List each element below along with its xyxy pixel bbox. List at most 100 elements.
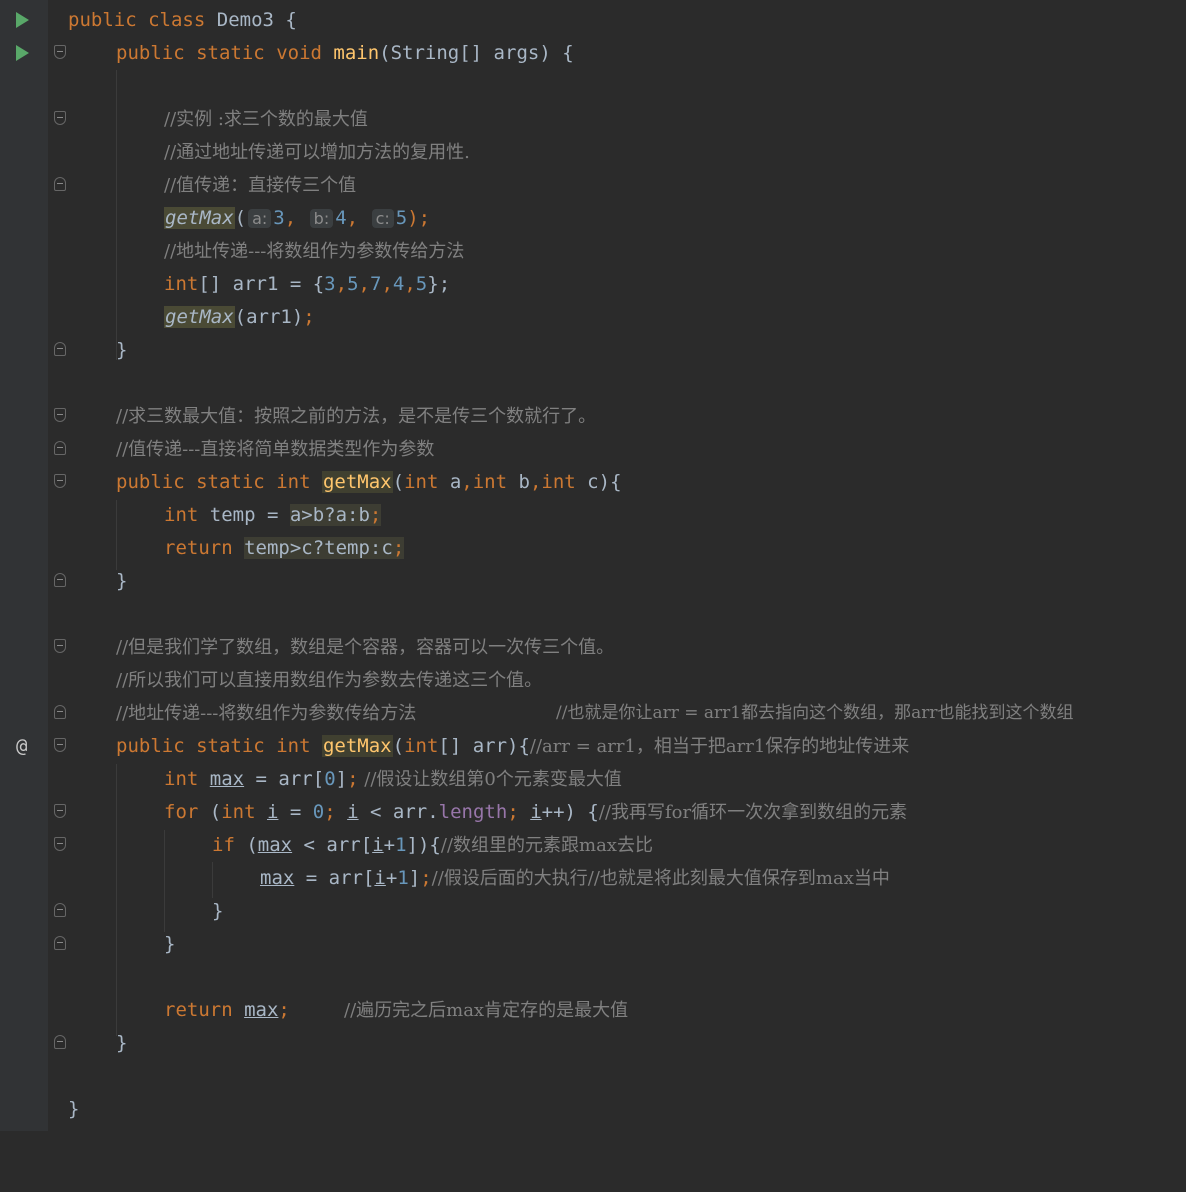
method-call: getMax	[164, 207, 235, 229]
fold-icon[interactable]	[54, 45, 66, 59]
kw-int: int	[472, 471, 508, 493]
comment: //求三数最大值：按照之前的方法，是不是传三个数就行了。	[116, 406, 597, 427]
number: 4	[392, 273, 405, 295]
fold-icon[interactable]	[54, 474, 66, 488]
comma: ,	[461, 471, 473, 493]
code-text: = arr[	[294, 867, 375, 889]
kw-int: int	[164, 768, 199, 790]
fold-icon[interactable]	[54, 738, 66, 752]
semicolon: ;	[324, 801, 336, 823]
code-line: int[] arr1 = {3,5,7,4,5};	[164, 273, 451, 295]
code-text: (arr1)	[234, 306, 304, 328]
code-line: }	[0, 1027, 1186, 1060]
var-max: max	[209, 768, 245, 790]
code-text: };	[427, 273, 451, 295]
kw-int: int	[221, 801, 256, 823]
code-text: +	[383, 834, 396, 856]
fold-icon[interactable]	[54, 837, 66, 851]
comment: //地址传递---将数组作为参数传给方法	[164, 241, 465, 262]
paren: (	[392, 471, 405, 493]
fold-icon[interactable]	[54, 804, 66, 818]
var-i: i	[372, 834, 384, 856]
override-icon[interactable]: @	[16, 730, 27, 763]
method-call: getMax	[164, 306, 235, 328]
fold-icon[interactable]	[54, 936, 66, 950]
code-line: getMax(a: 3, b: 4, c: 5);	[164, 207, 431, 229]
fold-icon[interactable]	[54, 903, 66, 917]
code-line: for (int i = 0; i < arr.length; i++) {//…	[0, 796, 1186, 829]
kw-class: class	[148, 9, 206, 31]
number: 0	[324, 768, 336, 790]
fold-icon[interactable]	[54, 408, 66, 422]
var-i: i	[267, 801, 279, 823]
comment: //所以我们可以直接用数组作为参数去传递这三个值。	[116, 670, 543, 691]
var-i: i	[374, 867, 386, 889]
kw-int: int	[404, 735, 439, 757]
comment: //arr = arr1，相当于把arr1保存的地址传进来	[529, 736, 910, 757]
fold-icon[interactable]	[54, 111, 66, 125]
comment: //假设让数组第0个元素变最大值	[358, 769, 622, 790]
code-line: if (max < arr[i+1]){//数组里的元素跟max去比	[0, 829, 1186, 862]
kw-public: public	[68, 9, 137, 31]
kw-int: int	[164, 504, 199, 526]
code-text: [] arr1 = {	[198, 273, 325, 295]
fold-icon[interactable]	[54, 1035, 66, 1049]
comment: //通过地址传递可以增加方法的复用性.	[164, 142, 470, 163]
fold-icon[interactable]	[54, 639, 66, 653]
code-line: public static int getMax(int a,int b,int…	[0, 466, 1186, 499]
code-line: //地址传递---将数组作为参数传给方法	[0, 235, 1186, 268]
comma: ,	[529, 471, 542, 493]
code-line: max = arr[i+1];//假设后面的大执行//也就是将此刻最大值保存到m…	[0, 862, 1186, 895]
brace: }	[212, 900, 224, 922]
kw-public: public	[116, 42, 185, 64]
field-length: length	[438, 801, 508, 823]
kw-for: for	[164, 801, 199, 823]
kw-int: int	[164, 273, 199, 295]
code-editor[interactable]: public class Demo3 { public static void …	[0, 0, 1186, 1131]
code-line: }	[0, 1093, 1186, 1126]
brace: }	[164, 933, 176, 955]
semicolon: ;	[420, 867, 432, 889]
kw-static: static	[196, 42, 265, 64]
number: 5	[395, 207, 408, 229]
number: 3	[324, 273, 336, 295]
code-line: //值传递---直接将简单数据类型作为参数	[0, 433, 1186, 466]
kw-if: if	[212, 834, 235, 856]
fold-icon[interactable]	[54, 705, 66, 719]
comment: //假设后面的大执行//也就是将此刻最大值保存到max当中	[431, 868, 890, 889]
param: b	[507, 471, 530, 493]
param-hint: a:	[248, 209, 272, 228]
fold-icon[interactable]	[54, 573, 66, 587]
param: a	[438, 471, 462, 493]
kw-return: return	[164, 999, 233, 1021]
comment: //数组里的元素跟max去比	[440, 835, 653, 856]
paren: (	[234, 207, 247, 229]
comment: //但是我们学了数组，数组是个容器，容器可以一次传三个值。	[116, 637, 615, 658]
run-main-icon[interactable]	[16, 45, 29, 61]
comment: //实例 :求三个数的最大值	[164, 109, 368, 130]
param: c	[575, 471, 599, 493]
semicolon: ;	[278, 999, 290, 1021]
params: (String[] args)	[379, 42, 551, 64]
code-text: < arr.	[358, 801, 439, 823]
kw-int: int	[404, 471, 439, 493]
code-line: }	[0, 928, 1186, 961]
code-line: int max = arr[0]; //假设让数组第0个元素变最大值	[0, 763, 1186, 796]
params: [] arr){	[438, 735, 530, 757]
fold-icon[interactable]	[54, 177, 66, 191]
code-line: }	[0, 334, 1186, 367]
fold-icon[interactable]	[54, 441, 66, 455]
brace: {	[562, 42, 574, 64]
number: 1	[395, 834, 407, 856]
semicolon: ;	[347, 768, 359, 790]
var-max: max	[244, 999, 279, 1021]
method-name: main	[333, 42, 380, 64]
brace: }	[116, 1032, 128, 1054]
var-max: max	[260, 867, 295, 889]
run-class-icon[interactable]	[16, 12, 29, 28]
code-line: return max; //遍历完之后max肯定存的是最大值	[0, 994, 1186, 1027]
paren: );	[407, 207, 431, 229]
param-hint: b:	[309, 209, 334, 228]
fold-icon[interactable]	[54, 342, 66, 356]
number: 0	[312, 801, 325, 823]
